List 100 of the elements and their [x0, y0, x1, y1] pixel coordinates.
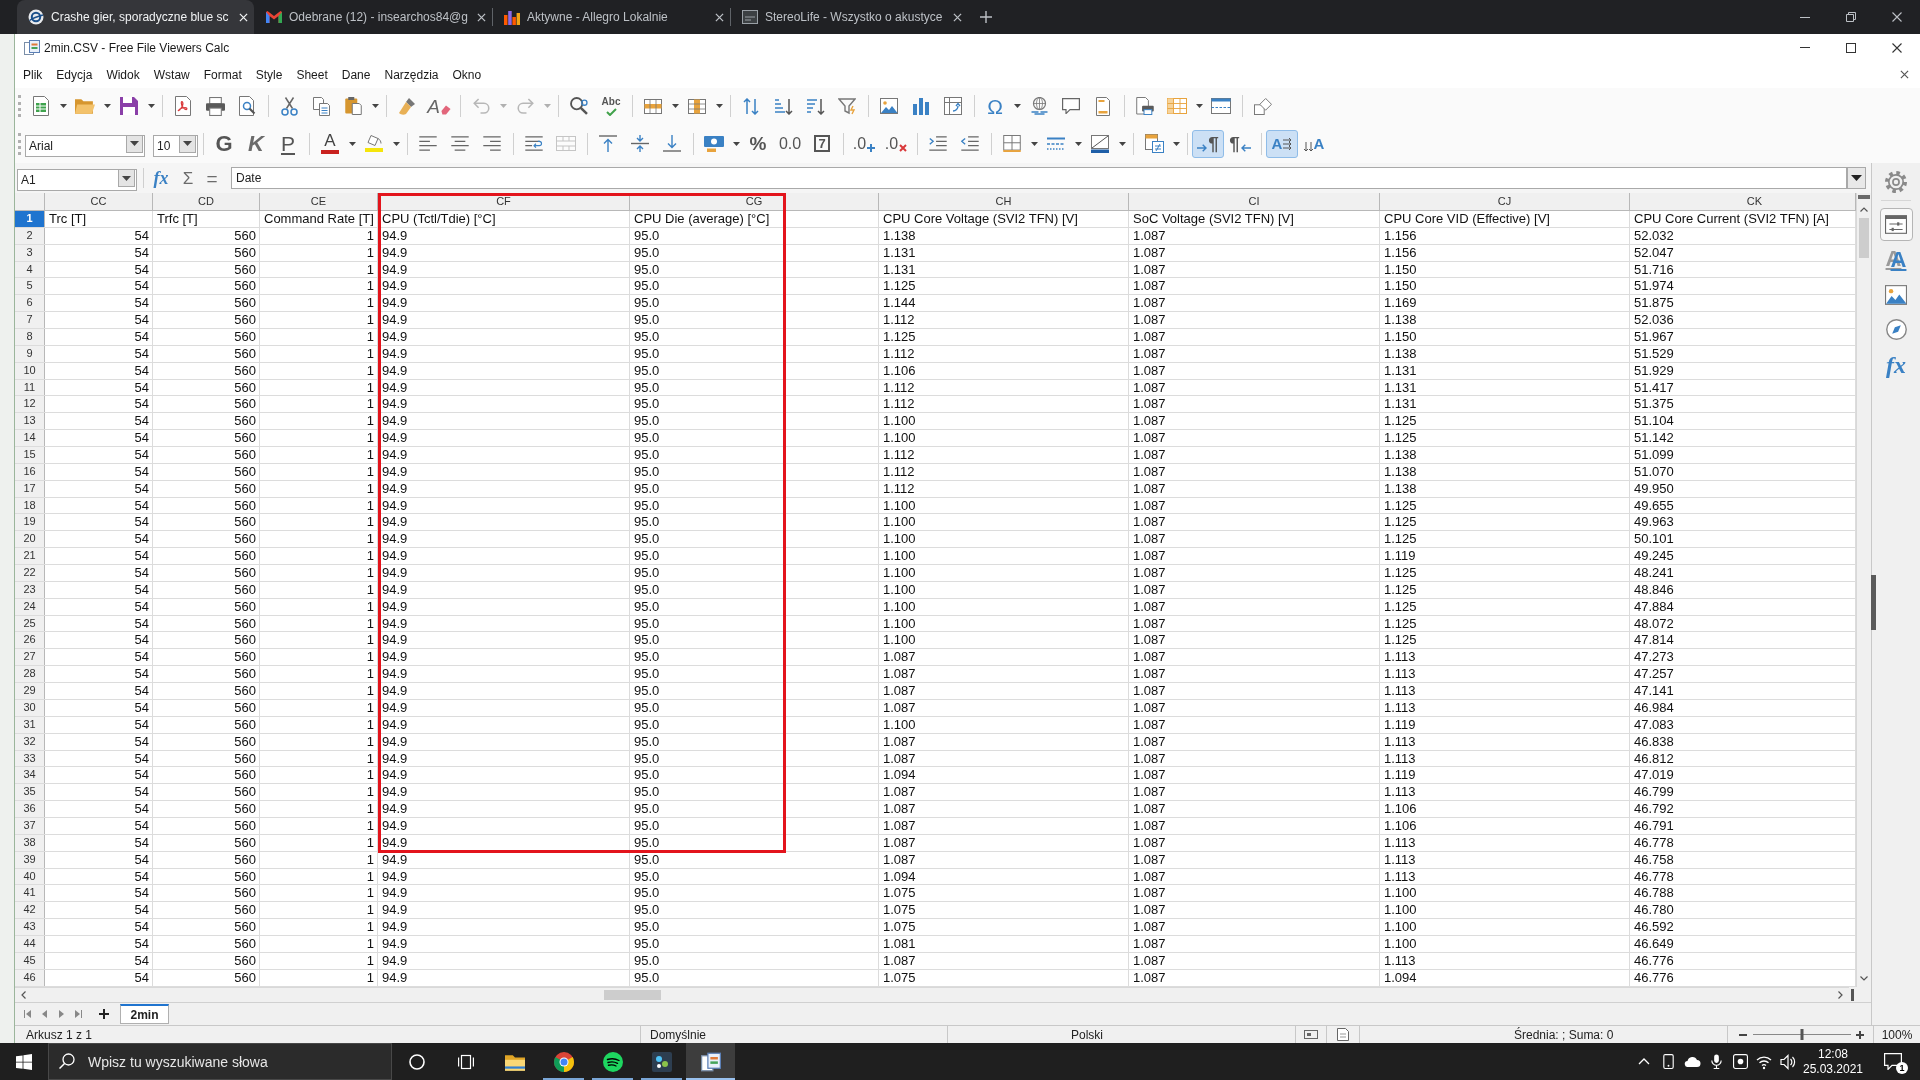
arrow-left-icon[interactable] [1240, 143, 1251, 152]
bar-chart-icon[interactable] [504, 9, 520, 25]
copy-icon[interactable] [312, 96, 330, 116]
text-top-to-bottom-button[interactable]: A [1298, 129, 1330, 158]
number-format-button[interactable]: 0.0 [774, 129, 806, 158]
pivot-table-icon[interactable] [944, 97, 962, 115]
circle-waves-icon[interactable] [602, 1051, 623, 1072]
clock-date[interactable]: 25.03.2021 [1802, 1061, 1864, 1077]
triangle-left-icon[interactable] [41, 1010, 48, 1018]
restore-icon[interactable] [1846, 12, 1856, 22]
caret-icon[interactable] [130, 141, 139, 146]
align-left-icon[interactable] [419, 136, 437, 151]
align-center-icon[interactable] [451, 136, 469, 151]
row-header[interactable]: 27 [15, 649, 45, 666]
paint-bucket-icon[interactable] [365, 135, 383, 152]
formula-button[interactable]: = [201, 167, 223, 189]
center-vertically-icon[interactable] [631, 135, 649, 152]
speaker-icon[interactable] [1780, 1053, 1796, 1070]
zoom-slider[interactable] [1753, 1029, 1851, 1040]
sum-button[interactable]: Σ [177, 167, 199, 189]
left-to-right-button[interactable]: ¶ [1192, 129, 1224, 158]
dropdown-button[interactable] [126, 134, 143, 153]
caret-icon[interactable] [122, 175, 131, 181]
ring-icon[interactable] [408, 1053, 425, 1070]
dropdown-arrow-icon[interactable] [1118, 141, 1126, 146]
minus-icon[interactable] [1739, 1033, 1747, 1036]
notification-button[interactable]: 1 [1866, 1043, 1920, 1080]
documents-icon[interactable] [700, 1051, 721, 1072]
menu-item[interactable]: Sheet [289, 63, 335, 86]
increase-indent-icon[interactable] [929, 136, 947, 151]
globe-icon[interactable] [1030, 97, 1048, 115]
menu-item[interactable]: Okno [445, 63, 489, 86]
dropdown-arrow-icon[interactable] [59, 104, 67, 108]
menu-item[interactable]: Format [196, 63, 249, 86]
plus-icon[interactable] [98, 1009, 109, 1019]
clipboard-icon[interactable] [344, 97, 362, 115]
scissors-icon[interactable] [280, 96, 298, 116]
arrow-right-icon[interactable] [1197, 143, 1208, 152]
row-header[interactable]: 1 [15, 211, 45, 227]
chevron-down-icon[interactable] [1860, 976, 1868, 981]
row-header[interactable]: 7 [15, 312, 45, 328]
file-viewer-button[interactable] [686, 1043, 735, 1080]
dropdown-arrow-icon[interactable] [1074, 141, 1082, 146]
minimize-icon[interactable] [1800, 16, 1810, 18]
dropdown-arrow-icon[interactable] [732, 141, 740, 146]
square-logo-icon[interactable] [742, 9, 758, 25]
row-header[interactable]: 35 [15, 784, 45, 801]
pdf-document-icon[interactable] [175, 96, 191, 116]
row-header[interactable]: 22 [15, 565, 45, 581]
underline-button[interactable]: P [272, 129, 304, 158]
decrease-indent-icon[interactable] [961, 136, 979, 151]
align-right-icon[interactable] [483, 136, 501, 151]
printer-icon[interactable] [205, 96, 225, 116]
funnel-icon[interactable] [838, 97, 856, 115]
magnifier-icon[interactable] [570, 97, 588, 115]
dropdown-arrow-icon[interactable] [1013, 104, 1021, 108]
column-header[interactable]: CC [45, 193, 153, 210]
page-header-icon[interactable] [1096, 96, 1110, 116]
plus-icon[interactable] [1856, 1030, 1864, 1039]
skip-forward-icon[interactable] [75, 1010, 82, 1018]
dropdown-arrow-icon[interactable] [392, 141, 400, 146]
border-color-icon[interactable] [1091, 134, 1109, 153]
row-header[interactable]: 19 [15, 514, 45, 531]
shapes-icon[interactable] [1254, 97, 1272, 115]
dropdown-arrow-icon[interactable] [103, 104, 111, 108]
banknote-icon[interactable] [704, 135, 724, 152]
properties-tab[interactable] [1879, 208, 1913, 241]
close-icon[interactable] [1900, 70, 1909, 79]
expand-button[interactable] [1847, 167, 1866, 189]
align-top-icon[interactable] [599, 135, 617, 152]
split-handle[interactable] [1851, 988, 1854, 1001]
arrows-down-icon[interactable] [1303, 141, 1313, 152]
chevron-left-icon[interactable] [21, 991, 26, 999]
sort-ascending-icon[interactable] [773, 97, 793, 115]
close-icon[interactable] [953, 12, 962, 22]
sidebar-collapse-handle[interactable] [1871, 575, 1876, 630]
bold-button[interactable]: G [208, 129, 240, 158]
column-header[interactable]: CH [879, 193, 1129, 210]
row-header[interactable]: 15 [15, 447, 45, 463]
dropdown-button[interactable] [179, 134, 196, 153]
wrap-text-icon[interactable] [525, 136, 543, 151]
windows-logo-icon[interactable] [16, 1053, 32, 1070]
row-header[interactable]: 8 [15, 329, 45, 345]
row-header[interactable]: 5 [15, 278, 45, 295]
rectangle-icon[interactable] [1304, 1030, 1318, 1039]
eraser-icon[interactable] [440, 105, 451, 115]
dots-tile-icon[interactable] [651, 1051, 672, 1072]
color-bar-icon[interactable] [321, 150, 339, 154]
row-header[interactable]: 21 [15, 548, 45, 565]
menu-item[interactable]: Style [248, 63, 290, 86]
row-header[interactable]: 28 [15, 666, 45, 683]
row-header[interactable]: 41 [15, 885, 45, 902]
search-icon[interactable] [59, 1053, 75, 1069]
row-header[interactable]: 34 [15, 767, 45, 784]
search-field[interactable]: Wpisz tu wyszukiwane słowa [48, 1043, 392, 1080]
dropdown-arrow-icon[interactable] [1030, 141, 1038, 146]
conditional-format-icon[interactable] [1144, 134, 1164, 153]
dropdown-arrow-icon[interactable] [147, 104, 155, 108]
column-header[interactable]: CD [153, 193, 260, 210]
cross-icon[interactable] [899, 143, 908, 152]
